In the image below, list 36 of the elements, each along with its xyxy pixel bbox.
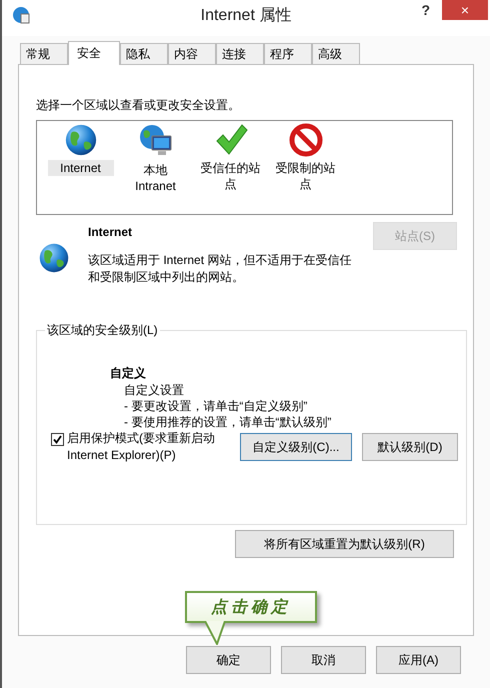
- tab[interactable]: 内容: [168, 43, 216, 64]
- checkbox[interactable]: [51, 433, 64, 446]
- tab[interactable]: 高级: [312, 43, 360, 64]
- level-button[interactable]: 自定义级别(C)...: [240, 433, 352, 461]
- tab[interactable]: 连接: [216, 43, 264, 64]
- zone-item[interactable]: 本地 Intranet: [122, 162, 188, 194]
- level-detail: 自定义设置: [124, 382, 185, 398]
- globe-icon: [12, 6, 30, 24]
- group-legend: 该区域的安全级别(L): [45, 322, 160, 339]
- window-title: Internet 属性: [200, 6, 292, 26]
- reset-button[interactable]: 将所有区域重置为默认级别(R): [235, 530, 454, 558]
- zone-item[interactable]: 受信任的站点: [198, 160, 264, 192]
- level-detail: - 要更改设置，请单击“自定义级别”: [124, 398, 308, 414]
- checkbox-label: 启用保护模式(要求重新启动 Internet Explorer)(P): [67, 430, 216, 464]
- zone-name: Internet: [88, 225, 134, 239]
- level-detail: - 要使用推荐的设置，请单击“默认级别”: [124, 414, 332, 430]
- dialog-button[interactable]: 取消: [281, 646, 366, 674]
- close-button[interactable]: ×: [442, 0, 488, 20]
- dialog-button[interactable]: 确定: [186, 646, 271, 674]
- tab[interactable]: 程序: [264, 43, 312, 64]
- tab[interactable]: 常规: [20, 43, 68, 64]
- zone-description: 该区域适用于 Internet 网站，但不适用于在受信任和受限制区域中列出的网站。: [88, 252, 352, 286]
- help-button[interactable]: ?: [417, 0, 434, 20]
- tab[interactable]: 隐私: [120, 43, 168, 64]
- zone-prompt: 选择一个区域以查看或更改安全设置。: [36, 97, 241, 114]
- level-button[interactable]: 默认级别(D): [362, 433, 458, 461]
- no-entry-icon: [288, 123, 322, 157]
- dialog-button[interactable]: 应用(A): [376, 646, 461, 674]
- level-name: 自定义: [110, 365, 147, 382]
- globe-icon: [64, 123, 98, 157]
- globe-icon: [38, 242, 70, 274]
- callout: 点击确定: [185, 591, 317, 623]
- zone-item[interactable]: 受限制的站点: [272, 160, 338, 192]
- tab[interactable]: 安全: [68, 41, 120, 65]
- zone-item[interactable]: Internet: [48, 160, 114, 176]
- checkmark-icon: [214, 123, 248, 157]
